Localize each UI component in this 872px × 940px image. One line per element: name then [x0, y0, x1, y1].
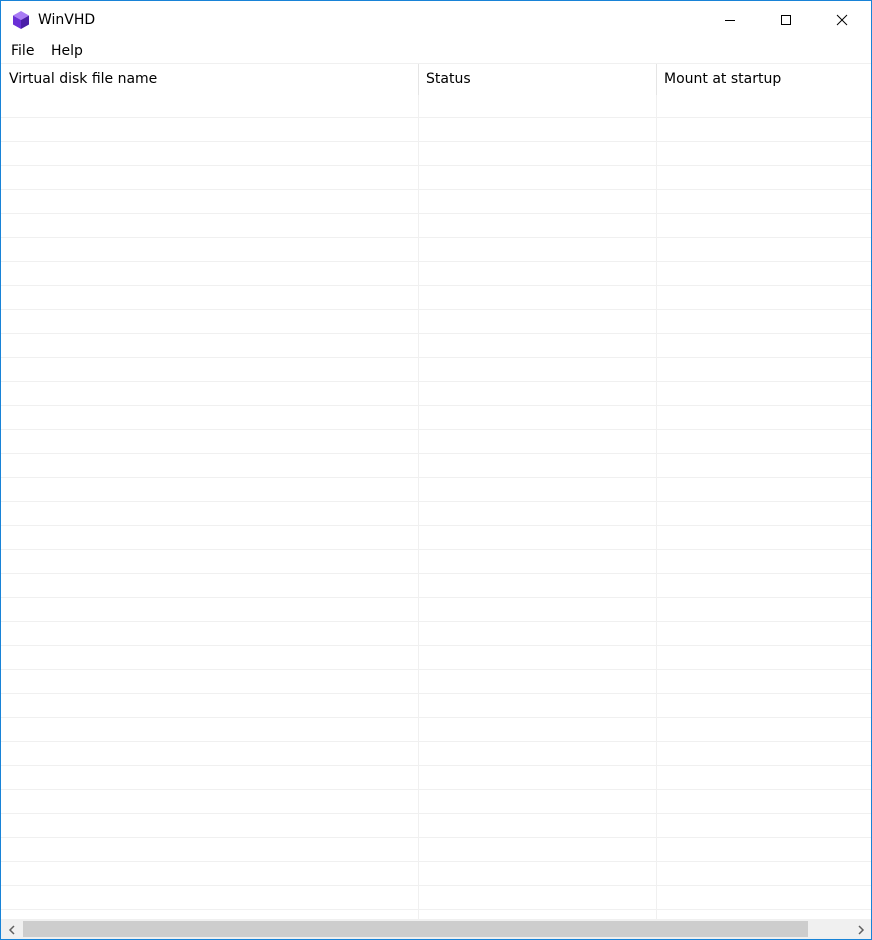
table-row	[1, 670, 871, 694]
table-row	[1, 310, 871, 334]
grid-line	[418, 95, 419, 919]
close-icon	[836, 14, 848, 26]
table-row	[1, 334, 871, 358]
table-row	[1, 886, 871, 910]
menu-bar: File Help	[1, 39, 871, 63]
chevron-left-icon	[8, 920, 16, 939]
table-row	[1, 502, 871, 526]
column-header-mount-at-startup[interactable]: Mount at startup	[656, 64, 871, 95]
close-button[interactable]	[814, 1, 870, 39]
maximize-icon	[780, 14, 792, 26]
table-row	[1, 190, 871, 214]
table-row	[1, 118, 871, 142]
purple-cube-icon	[11, 10, 31, 30]
table-row	[1, 694, 871, 718]
table-row	[1, 286, 871, 310]
table-row	[1, 598, 871, 622]
table-row	[1, 238, 871, 262]
chevron-right-icon	[857, 920, 865, 939]
maximize-button[interactable]	[758, 1, 814, 39]
list-rows	[1, 95, 871, 919]
table-row	[1, 262, 871, 286]
table-row	[1, 526, 871, 550]
table-row	[1, 838, 871, 862]
horizontal-scrollbar[interactable]	[1, 919, 871, 939]
table-row	[1, 862, 871, 886]
app-window: WinVHD File Help Virtual disk file name …	[0, 0, 872, 940]
column-header-status[interactable]: Status	[418, 64, 656, 95]
table-row	[1, 406, 871, 430]
table-row	[1, 790, 871, 814]
minimize-button[interactable]	[702, 1, 758, 39]
table-row	[1, 430, 871, 454]
table-row	[1, 742, 871, 766]
table-row	[1, 766, 871, 790]
column-header-file-name[interactable]: Virtual disk file name	[1, 64, 418, 95]
table-row	[1, 214, 871, 238]
table-row	[1, 718, 871, 742]
table-row	[1, 358, 871, 382]
table-row	[1, 646, 871, 670]
window-title: WinVHD	[38, 12, 96, 28]
menu-file[interactable]: File	[9, 42, 36, 60]
list-header: Virtual disk file name Status Mount at s…	[1, 64, 871, 95]
table-row	[1, 382, 871, 406]
scroll-right-button[interactable]	[850, 919, 871, 939]
table-row	[1, 142, 871, 166]
table-row	[1, 94, 871, 118]
scrollbar-thumb[interactable]	[23, 921, 808, 937]
table-row	[1, 454, 871, 478]
table-row	[1, 622, 871, 646]
title-bar[interactable]: WinVHD	[1, 1, 871, 39]
vhd-list-view[interactable]: Virtual disk file name Status Mount at s…	[1, 63, 871, 919]
scroll-left-button[interactable]	[1, 919, 22, 939]
table-row	[1, 166, 871, 190]
table-row	[1, 910, 871, 919]
table-row	[1, 478, 871, 502]
table-row	[1, 814, 871, 838]
grid-line	[656, 95, 657, 919]
menu-help[interactable]: Help	[49, 42, 85, 60]
table-row	[1, 550, 871, 574]
minimize-icon	[724, 14, 736, 26]
table-row	[1, 574, 871, 598]
